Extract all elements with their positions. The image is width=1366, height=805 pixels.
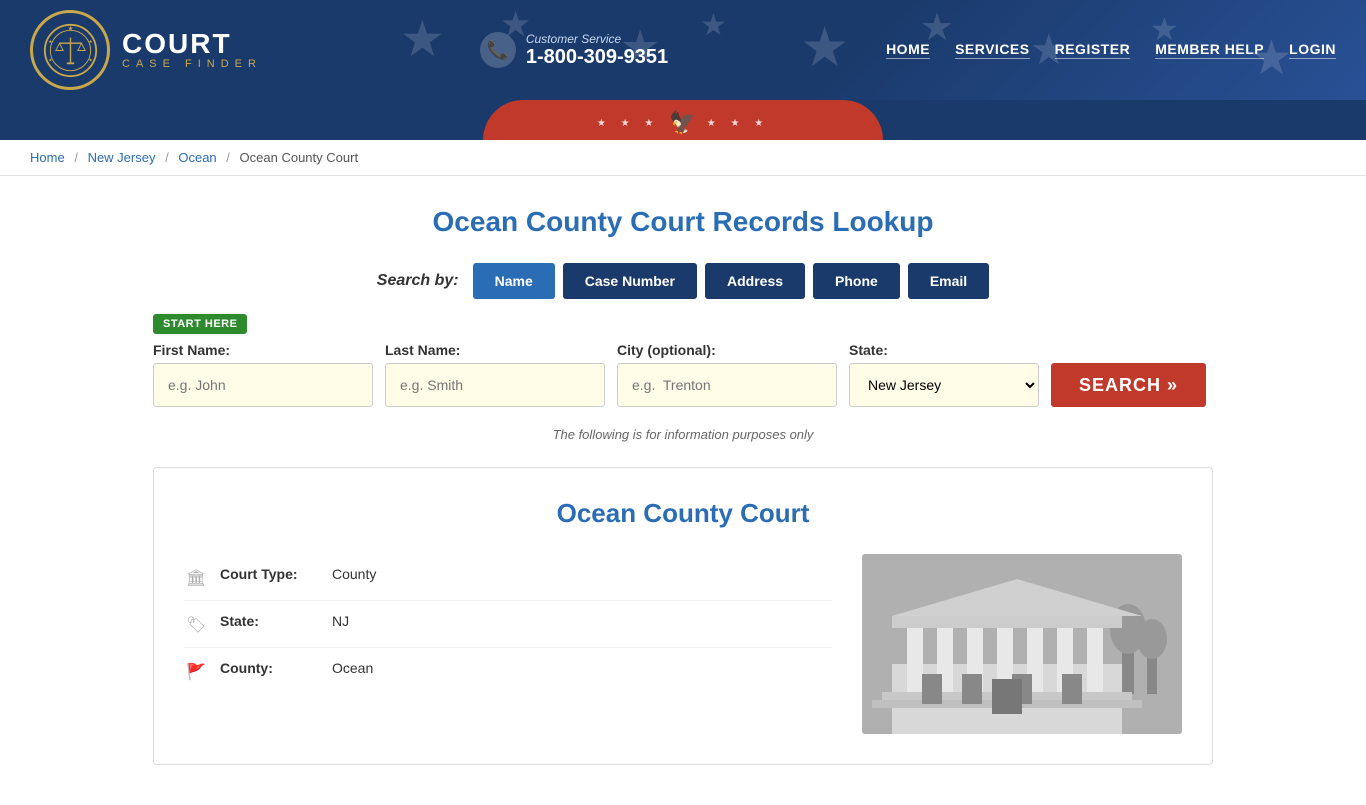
tab-address[interactable]: Address xyxy=(705,263,805,299)
court-type-value: County xyxy=(332,566,376,582)
tab-name[interactable]: Name xyxy=(473,263,555,299)
state-select[interactable]: New Jersey Alabama Alaska Arizona Califo… xyxy=(849,363,1039,407)
star-row-right: ★ ★ ★ xyxy=(707,118,769,129)
county-label: County: xyxy=(220,660,320,676)
breadcrumb-new-jersey[interactable]: New Jersey xyxy=(88,150,156,165)
phone-number: 1-800-309-9351 xyxy=(526,46,668,69)
search-by-row: Search by: Name Case Number Address Phon… xyxy=(153,263,1213,299)
last-name-input[interactable] xyxy=(385,363,605,407)
breadcrumb-sep-3: / xyxy=(226,150,230,165)
county-icon: 🚩 xyxy=(184,662,208,682)
breadcrumb-ocean[interactable]: Ocean xyxy=(178,150,216,165)
court-card: Ocean County Court 🏛 Court Type: County … xyxy=(153,467,1213,765)
city-input[interactable] xyxy=(617,363,837,407)
city-group: City (optional): xyxy=(617,342,837,407)
last-name-label: Last Name: xyxy=(385,342,605,358)
breadcrumb-home[interactable]: Home xyxy=(30,150,65,165)
tab-email[interactable]: Email xyxy=(908,263,989,299)
court-type-label: Court Type: xyxy=(220,566,320,582)
logo-case-finder-text: CASE FINDER xyxy=(122,58,262,70)
state-value: NJ xyxy=(332,613,349,629)
last-name-group: Last Name: xyxy=(385,342,605,407)
tab-case-number[interactable]: Case Number xyxy=(563,263,697,299)
logo-badge: ★ ★ ★ ★ ★ xyxy=(30,10,110,90)
nav-services[interactable]: SERVICES xyxy=(955,41,1030,59)
county-value: Ocean xyxy=(332,660,373,676)
customer-service-label: Customer Service xyxy=(526,32,668,46)
state-icon: 🏷 xyxy=(184,615,208,635)
nav-login[interactable]: LOGIN xyxy=(1289,41,1336,59)
nav-register[interactable]: REGISTER xyxy=(1055,41,1131,59)
breadcrumb-current: Ocean County Court xyxy=(240,150,359,165)
start-here-badge: START HERE xyxy=(153,314,247,334)
court-card-title: Ocean County Court xyxy=(184,498,1182,529)
state-group: State: New Jersey Alabama Alaska Arizona… xyxy=(849,342,1039,407)
star-row-left: ★ ★ ★ xyxy=(597,118,659,129)
logo-court-text: COURT xyxy=(122,30,262,58)
svg-text:★: ★ xyxy=(67,25,73,32)
phone-icon: 📞 xyxy=(480,32,516,68)
state-label: State: xyxy=(849,342,1039,358)
city-label: City (optional): xyxy=(617,342,837,358)
nav-member-help[interactable]: MEMBER HELP xyxy=(1155,41,1264,59)
nav-home[interactable]: HOME xyxy=(886,41,930,59)
first-name-input[interactable] xyxy=(153,363,373,407)
search-button[interactable]: SEARCH » xyxy=(1051,363,1206,407)
page-title: Ocean County Court Records Lookup xyxy=(153,206,1213,238)
eagle-area: ★ ★ ★ 🦅 ★ ★ ★ xyxy=(597,110,769,140)
eagle-icon: 🦅 xyxy=(669,110,696,136)
main-nav: HOME SERVICES REGISTER MEMBER HELP LOGIN xyxy=(886,41,1336,59)
breadcrumb-sep-1: / xyxy=(74,150,78,165)
breadcrumb-sep-2: / xyxy=(165,150,169,165)
logo-area: ★ ★ ★ ★ ★ COURT CASE FINDER xyxy=(30,10,262,90)
search-form: First Name: Last Name: City (optional): … xyxy=(153,342,1213,407)
main-content: Ocean County Court Records Lookup Search… xyxy=(133,176,1233,805)
court-type-icon: 🏛 xyxy=(184,568,208,588)
svg-text:★: ★ xyxy=(88,39,93,44)
court-info-grid: 🏛 Court Type: County 🏷 State: NJ 🚩 Count… xyxy=(184,554,1182,734)
disclaimer-text: The following is for information purpose… xyxy=(153,427,1213,442)
court-type-row: 🏛 Court Type: County xyxy=(184,554,832,601)
tab-phone[interactable]: Phone xyxy=(813,263,900,299)
search-by-label: Search by: xyxy=(377,272,459,290)
state-label-row: State: xyxy=(220,613,320,629)
court-building-image xyxy=(862,554,1182,734)
county-row: 🚩 County: Ocean xyxy=(184,648,832,694)
court-info-table: 🏛 Court Type: County 🏷 State: NJ 🚩 Count… xyxy=(184,554,832,734)
first-name-label: First Name: xyxy=(153,342,373,358)
first-name-group: First Name: xyxy=(153,342,373,407)
phone-area: 📞 Customer Service 1-800-309-9351 xyxy=(480,32,668,69)
breadcrumb: Home / New Jersey / Ocean / Ocean County… xyxy=(0,140,1366,176)
state-row: 🏷 State: NJ xyxy=(184,601,832,648)
